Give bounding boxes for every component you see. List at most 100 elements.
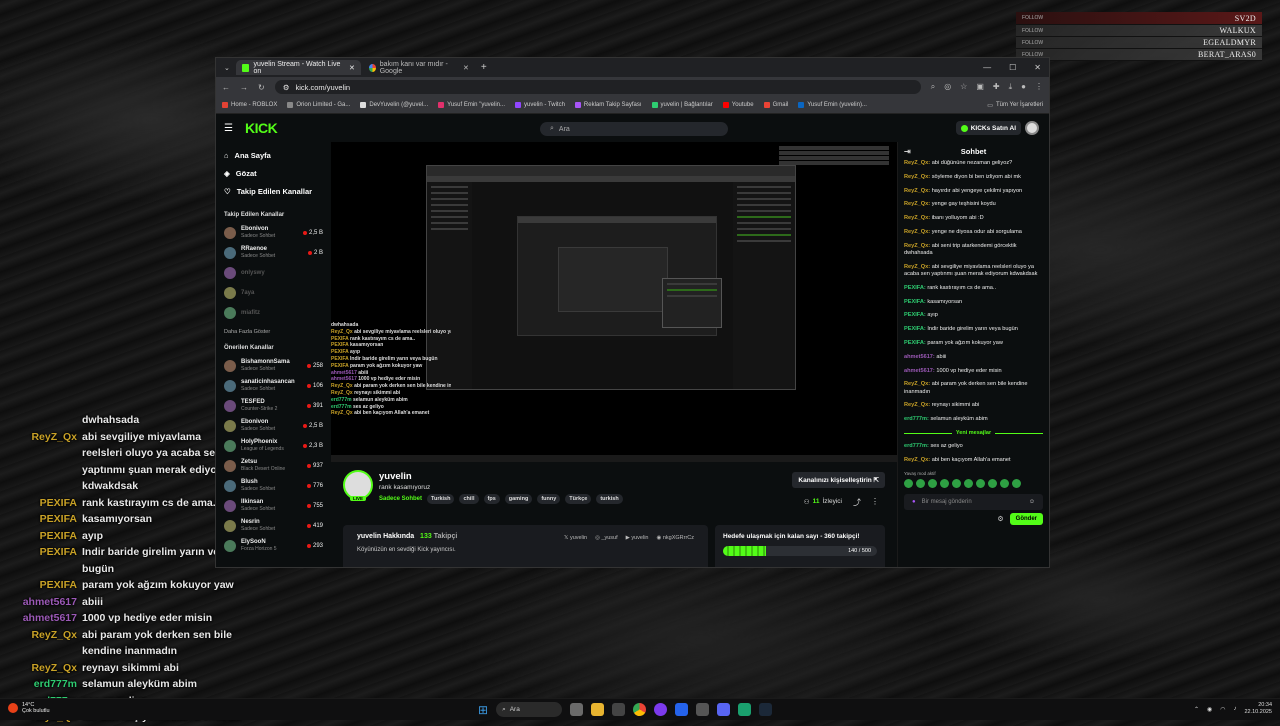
tag-chip[interactable]: Türkçe: [565, 494, 592, 504]
emote-icon[interactable]: [916, 478, 925, 488]
chat-username[interactable]: ReyZ_Qx:: [904, 243, 930, 249]
send-button[interactable]: Gönder: [1009, 512, 1043, 525]
social-link[interactable]: 𝕏 yuvelin: [564, 535, 587, 541]
sidebar-channel[interactable]: Zetsu Black Desert Online 937: [224, 456, 323, 476]
url-field[interactable]: ⚙ kick.com/yuvelin: [274, 80, 921, 94]
sidebar-channel[interactable]: Ebonivon Sadece Sohbet 2,5 B: [224, 416, 323, 436]
nav-heart[interactable]: ♡ Takip Edilen Kanallar: [224, 182, 323, 200]
tab-google[interactable]: bakım kanı var mıdır - Google ✕: [363, 60, 475, 75]
minimize-icon[interactable]: —: [983, 63, 991, 72]
hamburger-icon[interactable]: ☰: [224, 123, 233, 134]
tag-chip[interactable]: fps: [483, 494, 500, 504]
emote-icon[interactable]: [976, 478, 985, 488]
chat-username[interactable]: erd777m:: [904, 443, 929, 449]
sidebar-channel[interactable]: RRaenoe Sadece Sohbet 2 B: [224, 243, 323, 263]
chat-username[interactable]: ReyZ_Qx:: [904, 457, 930, 463]
browser-icon[interactable]: [654, 703, 668, 716]
tag-chip[interactable]: turkish: [596, 494, 623, 504]
sidebar-channel[interactable]: TESFED Counter-Strike 2 391: [224, 396, 323, 416]
site-info-icon[interactable]: ⚙: [283, 83, 290, 92]
share-icon[interactable]: ⤴: [853, 497, 861, 508]
sidebar-channel[interactable]: sanaticinhasancan Sadece Sohbet 106: [224, 376, 323, 396]
puzzle-icon[interactable]: ✚: [993, 82, 1000, 92]
sidebar-channel[interactable]: Ebonivon Sadece Sohbet 2,5 B: [224, 223, 323, 243]
tray-arrow-icon[interactable]: ⌃: [1194, 706, 1199, 713]
file-explorer-icon[interactable]: [591, 703, 605, 716]
tag-chip[interactable]: funny: [537, 494, 561, 504]
chat-username[interactable]: PEXIFA:: [904, 299, 926, 305]
social-link[interactable]: ◎ _yusuf: [595, 535, 618, 541]
tray-app-icon[interactable]: ◉: [1207, 706, 1212, 713]
reload-icon[interactable]: ↻: [258, 83, 265, 92]
chat-username[interactable]: ReyZ_Qx:: [904, 402, 930, 408]
chat-username[interactable]: ReyZ_Qx:: [904, 174, 930, 180]
discord-icon[interactable]: [717, 703, 731, 716]
chat-username[interactable]: ReyZ_Qx:: [904, 229, 930, 235]
settings-icon[interactable]: [696, 703, 710, 716]
streamer-name[interactable]: yuvelin: [379, 471, 412, 482]
sidebar-channel[interactable]: onlyswy: [224, 263, 323, 283]
clock[interactable]: 20:34 22.10.2025: [1244, 702, 1272, 716]
tab-search-icon[interactable]: ⌄: [220, 64, 234, 72]
forward-icon[interactable]: →: [240, 83, 248, 92]
sidebar-channel[interactable]: Blush Sadece Sohbet 776: [224, 476, 323, 496]
chat-username[interactable]: erd777m:: [904, 416, 929, 422]
nav-home[interactable]: ⌂ Ana Sayfa: [224, 146, 323, 164]
close-window-icon[interactable]: ✕: [1034, 63, 1041, 72]
sidebar-channel[interactable]: Ilkinsan Sadece Sohbet 755: [224, 496, 323, 516]
profile-icon[interactable]: ●: [1021, 82, 1026, 92]
bookmark-item[interactable]: Home - ROBLOX: [222, 102, 277, 108]
chat-username[interactable]: ReyZ_Qx:: [904, 215, 930, 221]
tag-chip[interactable]: gaming: [504, 494, 533, 504]
new-tab-button[interactable]: +: [481, 62, 487, 73]
obs-icon[interactable]: [738, 703, 752, 716]
emote-icon[interactable]: [952, 478, 961, 488]
maximize-icon[interactable]: ☐: [1009, 63, 1016, 72]
download-icon[interactable]: ⤓: [1009, 82, 1013, 92]
chat-username[interactable]: ReyZ_Qx:: [904, 201, 930, 207]
show-more-link[interactable]: Daha Fazla Göster: [224, 329, 323, 335]
tag-chip[interactable]: chill: [459, 494, 479, 504]
sidebar-channel[interactable]: 7aya: [224, 283, 323, 303]
emote-icon[interactable]: [988, 478, 997, 488]
back-icon[interactable]: ←: [222, 83, 230, 92]
chat-username[interactable]: ReyZ_Qx:: [904, 264, 930, 270]
sidebar-channel[interactable]: ElySooN Forza Horizon 5 293: [224, 536, 323, 556]
nav-browse[interactable]: ◈ Gözat: [224, 164, 323, 182]
terminal-icon[interactable]: [612, 703, 626, 716]
volume-icon[interactable]: ♪: [1233, 706, 1236, 712]
menu-icon[interactable]: ⋮: [1035, 82, 1043, 92]
emote-icon[interactable]: [928, 478, 937, 488]
bookmark-star-icon[interactable]: ☆: [960, 82, 967, 92]
emoji-icon[interactable]: ☺: [1029, 499, 1035, 505]
customize-channel-button[interactable]: Kanalınızı kişiselleştirin ⇱: [792, 472, 885, 488]
close-tab-icon[interactable]: ✕: [463, 64, 469, 72]
settings-gear-icon[interactable]: ⚙: [997, 515, 1003, 523]
chat-input[interactable]: ● Bir mesaj gönderin ☺: [904, 493, 1043, 510]
all-bookmarks[interactable]: ▭ Tüm Yer İşaretleri: [987, 102, 1043, 109]
emote-icon[interactable]: [904, 478, 913, 488]
wifi-icon[interactable]: ◠: [1220, 706, 1225, 713]
bookmark-item[interactable]: yuvelin | Bağlantılar: [651, 102, 713, 108]
sidebar-channel[interactable]: BishamonnSama Sadece Sohbet 258: [224, 356, 323, 376]
emote-icon[interactable]: [940, 478, 949, 488]
search-input[interactable]: ⌕ Ara: [540, 122, 728, 136]
close-tab-icon[interactable]: ✕: [349, 64, 355, 72]
bookmark-item[interactable]: Orion Limited - Ga...: [287, 102, 350, 108]
buy-kicks-button[interactable]: KICKs Satın Al: [955, 121, 1021, 135]
zoom-icon[interactable]: ⌕: [931, 82, 935, 92]
tag-chip[interactable]: Turkish: [427, 494, 455, 504]
social-link[interactable]: ◉ nkgXGRrrCz: [657, 535, 695, 541]
avatar[interactable]: [1025, 121, 1039, 135]
windows-start-icon[interactable]: ⊞: [478, 703, 488, 717]
widgets-icon[interactable]: [570, 703, 584, 716]
chat-username[interactable]: ReyZ_Qx:: [904, 381, 930, 387]
bookmark-item[interactable]: yuvelin - Twitch: [515, 102, 565, 108]
tab-kick[interactable]: yuvelin Stream - Watch Live on ✕: [235, 60, 361, 75]
chat-username[interactable]: PEXIFA:: [904, 312, 926, 318]
extension-icon[interactable]: ▣: [976, 82, 984, 92]
bookmark-item[interactable]: Gmail: [763, 102, 788, 108]
chat-username[interactable]: ReyZ_Qx:: [904, 188, 930, 194]
bookmark-item[interactable]: Youtube: [722, 102, 754, 108]
app-icon[interactable]: [675, 703, 689, 716]
